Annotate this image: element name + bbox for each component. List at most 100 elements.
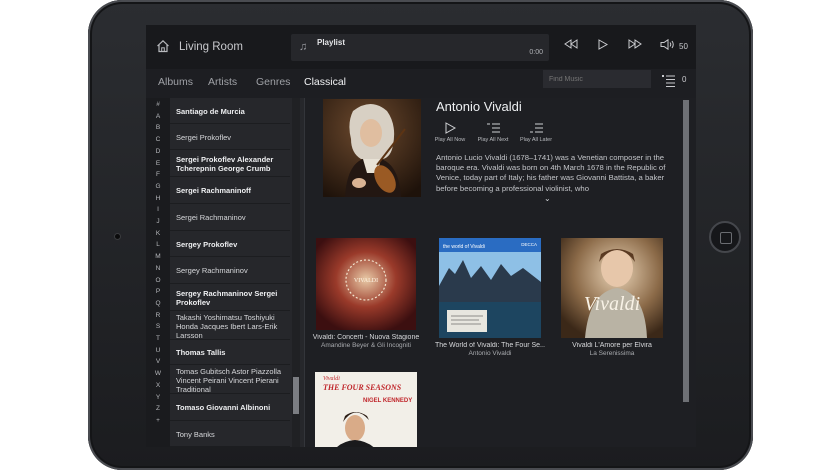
alphabet-letter[interactable]: T (146, 335, 170, 342)
artist-list-item[interactable]: Santiago de Murcia (170, 98, 290, 124)
artist-list: Santiago de Murcia Sergei Prokoflev Sergei… (170, 98, 304, 447)
alphabet-letter[interactable]: V (146, 358, 170, 365)
artist-list-item-name: Tony Banks (176, 429, 215, 439)
now-playing-bar[interactable]: ♫ Playlist 0:00 (291, 34, 549, 61)
alphabet-letter[interactable]: B (146, 124, 170, 131)
artist-list-scroll-thumb[interactable] (293, 377, 299, 414)
home-icon[interactable] (156, 39, 170, 53)
album-cover-brand: DECCA (521, 242, 537, 247)
alphabet-letter[interactable]: + (146, 417, 170, 424)
alphabet-letter[interactable]: A (146, 113, 170, 120)
queue-icon[interactable] (662, 74, 675, 88)
artist-list-item[interactable]: Sergey Rachmaninov (170, 257, 290, 284)
alphabet-letter[interactable]: I (146, 206, 170, 213)
alphabet-letter[interactable]: F (146, 171, 170, 178)
home-button[interactable] (709, 221, 741, 253)
alphabet-letter[interactable]: N (146, 265, 170, 272)
album-cover: VIVALDI (316, 238, 416, 330)
artist-list-item-name: Sergei Rachmaninov (176, 213, 246, 222)
artist-list-item[interactable]: Tomaso Giovanni Albinoni (170, 394, 290, 421)
album-artist: La Serenissima (589, 350, 635, 357)
artist-list-item-name: Sergei Rachmaninoff (176, 186, 252, 195)
detail-scrollbar[interactable] (683, 100, 689, 402)
alphabet-letter[interactable]: L (146, 241, 170, 248)
alphabet-letter[interactable]: Q (146, 300, 170, 307)
alphabet-index[interactable]: # A B C D E F G H I J K L M N O P Q R S T U V W X Y Z + (146, 98, 170, 447)
artist-list-item[interactable]: Tony Banks (170, 421, 290, 447)
artist-portrait (323, 99, 421, 197)
alphabet-letter[interactable]: W (146, 370, 170, 377)
volume-icon[interactable] (660, 39, 676, 50)
album-artist: Amandine Beyer & Gli Incogniti (321, 342, 411, 349)
queue-later-icon (529, 123, 543, 133)
alphabet-letter[interactable]: H (146, 195, 170, 202)
tab-bar: Albums Artists Genres Classical 0 (146, 69, 696, 97)
now-playing-title: Playlist (317, 38, 346, 47)
artist-list-item-name: Sergey Rachmaninov Sergei Prokoflev (176, 288, 278, 307)
tab-artists[interactable]: Artists (208, 76, 237, 88)
play-all-now-label: Play All Now (434, 137, 466, 143)
alphabet-letter[interactable]: # (146, 101, 170, 108)
playback-time: 0:00 (529, 49, 543, 56)
artist-list-item[interactable]: Thomas Tallis (170, 340, 290, 365)
alphabet-letter[interactable]: J (146, 218, 170, 225)
alphabet-letter[interactable]: S (146, 323, 170, 330)
alphabet-letter[interactable]: E (146, 160, 170, 167)
play-all-now-button[interactable]: Play All Now (430, 122, 470, 143)
album-cover: Vivaldi THE FOUR SEASONS NIGEL KENNEDY (315, 372, 417, 447)
alphabet-letter[interactable]: K (146, 230, 170, 237)
alphabet-letter[interactable]: U (146, 347, 170, 354)
alphabet-letter[interactable]: P (146, 288, 170, 295)
tab-albums[interactable]: Albums (158, 76, 193, 88)
alphabet-letter[interactable]: D (146, 148, 170, 155)
artist-list-item[interactable]: Tomas Gubitsch Astor Piazzolla Vincent P… (170, 365, 290, 394)
artist-list-item[interactable]: Sergei Prokoflev (170, 124, 290, 150)
artist-list-item[interactable]: Sergey Prokoflev (170, 231, 290, 257)
tab-genres[interactable]: Genres (256, 76, 290, 88)
artist-list-item[interactable]: Sergei Prokoflev Alexander Tcherepnin Ge… (170, 150, 290, 177)
album-title: Vivaldi: Concerti - Nuova Stagione (312, 334, 420, 341)
play-all-next-button[interactable]: Play All Next (473, 122, 513, 143)
artist-list-item[interactable]: Takashi Yoshimatsu Toshiyuki Honda Jacqu… (170, 311, 290, 340)
artist-detail: Antonio Vivaldi Play All Now Play All Ne… (305, 98, 696, 447)
play-all-later-label: Play All Later (519, 137, 553, 143)
play-all-next-label: Play All Next (477, 137, 509, 143)
expand-chevron-icon[interactable]: ⌄ (544, 194, 551, 203)
album-tile[interactable]: VIVALDI Vivaldi: Concerti - Nuova Stagio… (311, 238, 421, 350)
artist-list-item[interactable]: Sergei Rachmaninov (170, 204, 290, 231)
album-tile[interactable]: Vivaldi THE FOUR SEASONS NIGEL KENNEDY (311, 372, 421, 447)
artist-list-item-name: Tomaso Giovanni Albinoni (176, 403, 271, 412)
artist-list-item[interactable]: Sergei Rachmaninoff (170, 177, 290, 204)
album-cover: the world of Vivaldi DECCA (439, 238, 541, 338)
artist-list-item[interactable]: Sergey Rachmaninov Sergei Prokoflev (170, 284, 290, 311)
queue-count: 0 (682, 75, 687, 84)
artist-list-item-name: Sergey Prokoflev (176, 239, 238, 249)
play-icon[interactable] (598, 39, 608, 50)
album-artist: Antonio Vivaldi (468, 350, 512, 357)
alphabet-letter[interactable]: Y (146, 394, 170, 401)
album-cover-text: Vivaldi (323, 376, 340, 382)
next-track-icon[interactable] (628, 39, 642, 49)
tab-classical[interactable]: Classical (304, 76, 346, 88)
alphabet-letter[interactable]: G (146, 183, 170, 190)
alphabet-letter[interactable]: C (146, 136, 170, 143)
alphabet-letter[interactable]: M (146, 253, 170, 260)
previous-track-icon[interactable] (564, 39, 578, 49)
alphabet-letter[interactable]: Z (146, 405, 170, 412)
album-title: Vivaldi L'Amore per Elvira (572, 342, 652, 349)
alphabet-letter[interactable]: R (146, 312, 170, 319)
play-all-later-button[interactable]: Play All Later (516, 122, 556, 143)
search-input[interactable] (543, 70, 651, 88)
alphabet-letter[interactable]: X (146, 382, 170, 389)
queue-next-icon (486, 123, 500, 133)
top-bar: Living Room ♫ Playlist 0:00 50 (146, 25, 696, 69)
room-name[interactable]: Living Room (179, 41, 243, 53)
album-tile[interactable]: Vivaldi Vivaldi L'Amore per Elvira La Se… (557, 238, 667, 358)
album-cover-text: Vivaldi (584, 293, 640, 315)
play-icon (445, 122, 456, 134)
music-note-icon: ♫ (299, 41, 308, 53)
album-cover-text: NIGEL KENNEDY (363, 398, 412, 404)
alphabet-letter[interactable]: O (146, 277, 170, 284)
album-tile[interactable]: the world of Vivaldi DECCA The World of … (435, 238, 545, 358)
artist-list-item-name: Takashi Yoshimatsu Toshiyuki Honda Jacqu… (176, 313, 278, 340)
